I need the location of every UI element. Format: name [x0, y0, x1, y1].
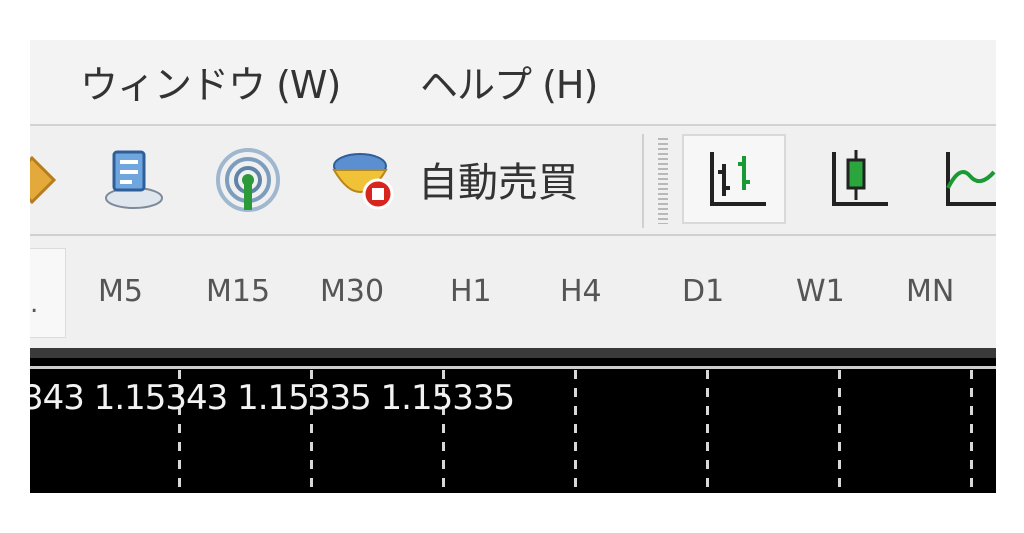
- grid-line: [838, 370, 841, 493]
- timeframe-h4-button[interactable]: H4: [560, 274, 602, 309]
- timeframe-h1-button[interactable]: H1: [450, 274, 492, 309]
- auto-trading-icon[interactable]: [326, 144, 398, 216]
- chart-area[interactable]: 343 1.15343 1.15335 1.15335: [30, 348, 996, 493]
- auto-trading-label[interactable]: 自動売買: [418, 150, 578, 208]
- timeframe-m30-button[interactable]: M30: [320, 274, 384, 309]
- line-chart-icon[interactable]: [936, 144, 996, 216]
- bar-chart-icon[interactable]: [700, 144, 772, 216]
- signals-icon[interactable]: [212, 144, 284, 216]
- menu-bar: ウィンドウ (W) ヘルプ (H): [30, 40, 996, 126]
- candlestick-chart-icon[interactable]: [822, 144, 894, 216]
- timeframe-d1-button[interactable]: D1: [682, 274, 724, 309]
- main-toolbar: 自動売買: [30, 126, 996, 236]
- chart-top-border: [30, 366, 996, 369]
- market-watch-icon[interactable]: [96, 144, 168, 216]
- grid-line: [970, 370, 973, 493]
- toolbar-divider: [642, 134, 644, 228]
- ohlc-price-readout: 343 1.15343 1.15335 1.15335: [30, 378, 515, 418]
- timeframe-toolbar: . M5 M15 M30 H1 H4 D1 W1 MN: [30, 236, 996, 348]
- mt4-window: ウィンドウ (W) ヘルプ (H) 自動売買 . M5 M15 M30 H1 H…: [30, 40, 996, 493]
- grid-line: [574, 370, 577, 493]
- timeframe-m15-button[interactable]: M15: [206, 274, 270, 309]
- menu-item-help[interactable]: ヘルプ (H): [420, 54, 598, 109]
- timeframe-m1-partial-label: .: [30, 289, 39, 319]
- menu-item-window[interactable]: ウィンドウ (W): [80, 54, 341, 109]
- favorite-icon[interactable]: [30, 144, 68, 216]
- timeframe-m1-button[interactable]: .: [30, 248, 66, 338]
- toolbar-grip[interactable]: [658, 138, 668, 224]
- grid-line: [706, 370, 709, 493]
- timeframe-mn-button[interactable]: MN: [906, 274, 954, 309]
- timeframe-m5-button[interactable]: M5: [98, 274, 143, 309]
- timeframe-w1-button[interactable]: W1: [796, 274, 845, 309]
